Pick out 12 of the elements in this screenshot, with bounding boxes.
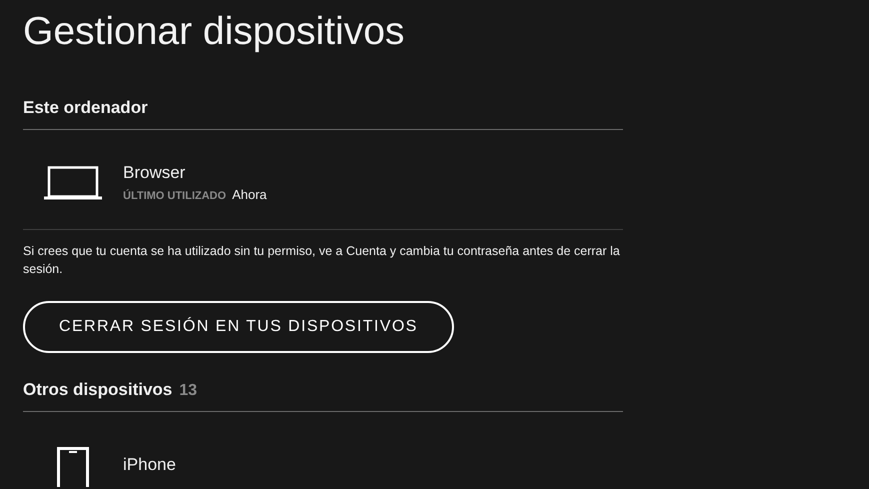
phone-icon [57, 447, 89, 487]
last-used-label: ÚLTIMO UTILIZADO [123, 190, 226, 202]
sign-out-button[interactable]: CERRAR SESIÓN EN TUS DISPOSITIVOS [23, 301, 454, 353]
device-name: Browser [123, 163, 186, 183]
notice-text: Si crees que tu cuenta se ha utilizado sin tu permiso, ve a Cuenta y cambia tu contraseña antes de cerrar la sesión. [23, 243, 621, 278]
last-used-value: Ahora [232, 187, 267, 202]
section-heading: Este ordenador [23, 98, 148, 118]
laptop-icon [44, 166, 102, 200]
section-heading: Otros dispositivos [23, 380, 172, 400]
device-count: 13 [179, 382, 198, 400]
page-title: Gestionar dispositivos [23, 9, 406, 55]
device-name: iPhone [123, 455, 176, 475]
